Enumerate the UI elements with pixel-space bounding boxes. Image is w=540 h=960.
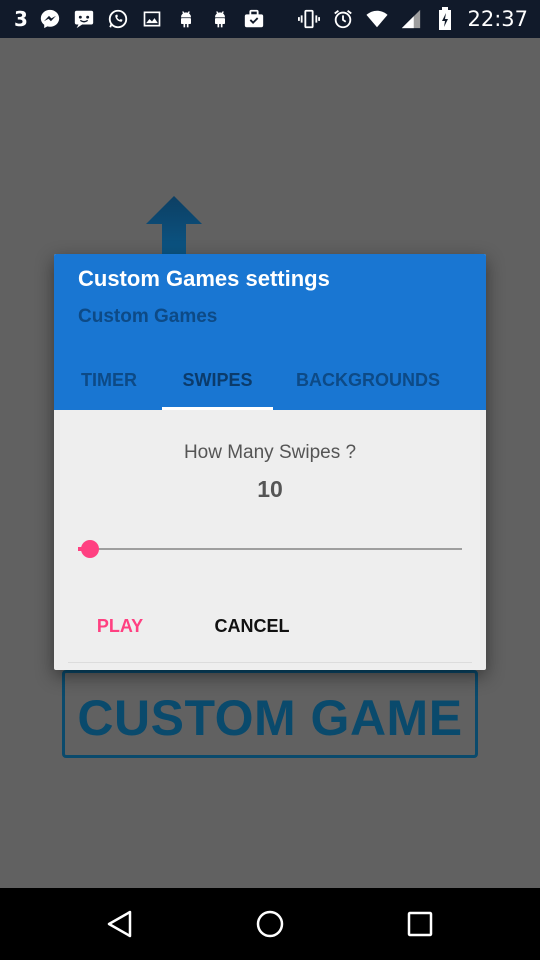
gallery-icon	[140, 7, 164, 31]
back-button[interactable]	[102, 906, 138, 942]
tab-swipes[interactable]: SWIPES	[162, 350, 273, 410]
dialog-title: Custom Games settings	[78, 266, 330, 291]
wifi-icon	[365, 7, 389, 31]
tab-backgrounds[interactable]: BACKGROUNDS	[273, 350, 463, 410]
recents-icon	[407, 911, 433, 937]
clock: 22:37	[467, 7, 528, 31]
dialog-body: How Many Swipes ? 10 PLAY CANCEL	[54, 410, 486, 670]
dialog-header: Custom Games settings Custom Games TIMER…	[54, 254, 486, 410]
alarm-icon	[331, 7, 355, 31]
navigation-bar	[0, 888, 540, 960]
home-button[interactable]	[252, 906, 288, 942]
swipes-value: 10	[257, 476, 283, 502]
android-icon	[174, 7, 198, 31]
recents-button[interactable]	[402, 906, 438, 942]
custom-game-button: CUSTOM GAME	[62, 670, 478, 758]
dialog-divider	[68, 662, 472, 663]
android-icon	[208, 7, 232, 31]
back-icon	[107, 910, 132, 938]
swipes-question: How Many Swipes ?	[183, 442, 357, 463]
status-bar: 3 22:37	[0, 0, 540, 38]
dialog-subtitle: Custom Games	[78, 306, 218, 327]
tab-bar: TIMER SWIPES BACKGROUNDS	[54, 350, 486, 410]
whatsapp-icon	[106, 7, 130, 31]
swipes-slider[interactable]	[78, 538, 462, 560]
messenger-icon	[38, 7, 62, 31]
slider-track	[78, 548, 462, 550]
notification-icons: 3	[14, 7, 266, 31]
tab-timer[interactable]: TIMER	[54, 350, 162, 410]
system-icons: 22:37	[297, 7, 528, 31]
vibrate-icon	[297, 7, 321, 31]
chat-icon	[72, 7, 96, 31]
briefcase-icon	[242, 7, 266, 31]
cancel-button[interactable]: CANCEL	[196, 606, 308, 646]
battery-icon	[433, 7, 457, 31]
notification-count: 3	[14, 7, 28, 31]
custom-games-settings-dialog: Custom Games settings Custom Games TIMER…	[54, 254, 486, 670]
play-button[interactable]: PLAY	[78, 606, 162, 646]
home-icon	[256, 910, 284, 938]
signal-icon	[399, 7, 423, 31]
slider-thumb[interactable]	[81, 540, 99, 558]
